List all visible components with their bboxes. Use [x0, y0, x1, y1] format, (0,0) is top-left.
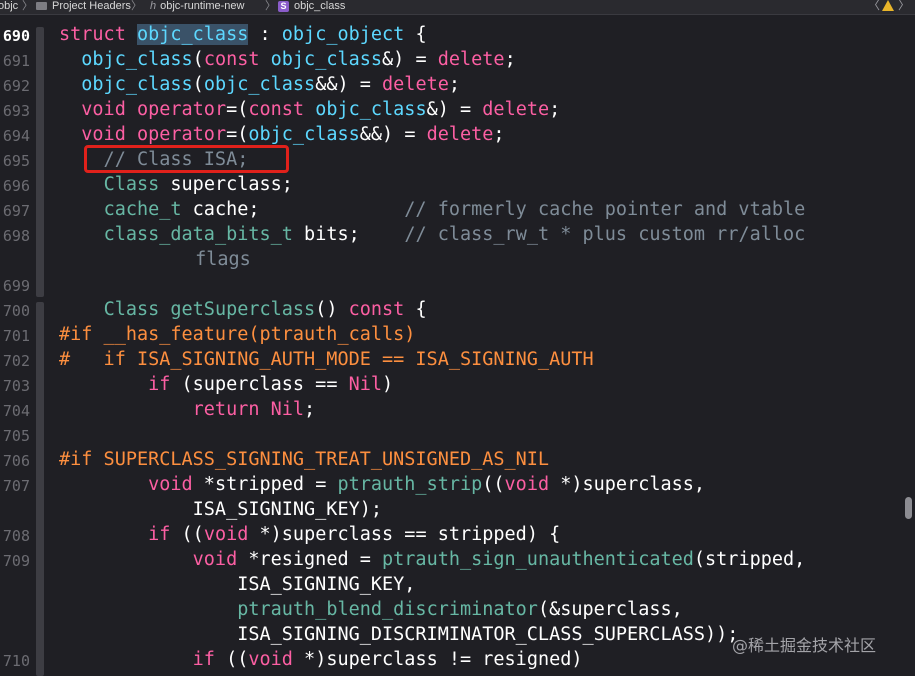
- vertical-scrollbar-thumb[interactable]: [905, 497, 912, 519]
- code-line: objc_class(const objc_class&) = delete;: [81, 49, 516, 70]
- code-line: if ((void *)superclass != resigned): [192, 649, 583, 670]
- code-line: ISA_SIGNING_DISCRIMINATOR_CLASS_SUPERCLA…: [59, 624, 739, 645]
- code-line: if ((void *)superclass == stripped) {: [148, 524, 561, 545]
- highlight-annotation-box: [84, 145, 289, 173]
- code-line: #if __has_feature(ptrauth_calls): [59, 324, 416, 345]
- code-line: class_data_bits_t bits; // class_rw_t * …: [103, 224, 806, 245]
- code-line: if (superclass == Nil): [148, 374, 394, 395]
- code-line: void *resigned = ptrauth_sign_unauthenti…: [192, 549, 806, 570]
- code-line: ISA_SIGNING_KEY);: [59, 499, 383, 520]
- code-line: void *stripped = ptrauth_strip((void *)s…: [148, 474, 706, 495]
- watermark: @稀土掘金技术社区: [732, 636, 877, 655]
- code-line: #if SUPERCLASS_SIGNING_TREAT_UNSIGNED_AS…: [59, 449, 550, 470]
- code-editor[interactable]: struct objc_class : objc_object { objc_c…: [0, 0, 915, 676]
- code-line: void operator=(const objc_class&) = dele…: [81, 99, 561, 120]
- code-line: void operator=(objc_class&&) = delete;: [81, 124, 505, 145]
- code-line: objc_class(objc_class&&) = delete;: [81, 74, 460, 95]
- code-line: # if ISA_SIGNING_AUTH_MODE == ISA_SIGNIN…: [59, 349, 594, 370]
- code-line: cache_t cache; // formerly cache pointer…: [103, 199, 806, 220]
- code-line: return Nil;: [192, 399, 316, 420]
- code-line: ptrauth_blend_discriminator(&superclass,: [237, 599, 683, 620]
- code-line: flags: [106, 249, 251, 270]
- code-line: Class superclass;: [103, 174, 293, 195]
- code-line: ISA_SIGNING_KEY,: [59, 574, 416, 595]
- code-line: Class getSuperclass() const {: [103, 299, 427, 320]
- code-line: struct objc_class : objc_object {: [59, 24, 427, 45]
